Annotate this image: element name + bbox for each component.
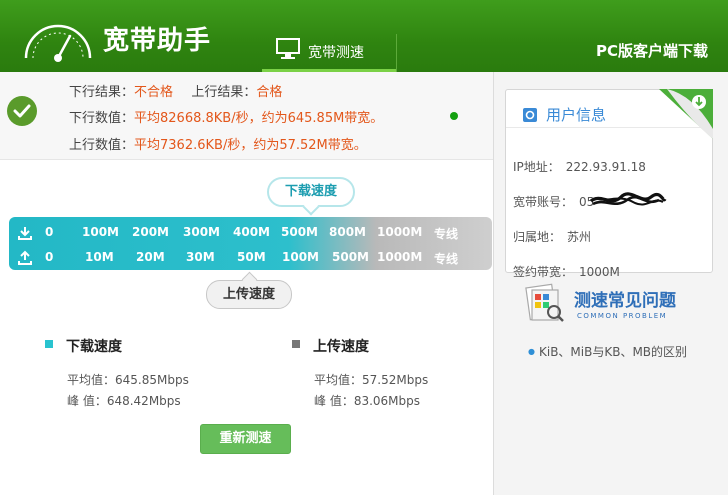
tab-speed-test-label: 宽带测速 bbox=[308, 45, 364, 61]
download-avg-label: 平均值： bbox=[67, 373, 116, 387]
download-stats-title: 下载速度 bbox=[66, 339, 122, 355]
check-icon bbox=[7, 96, 37, 126]
monitor-icon bbox=[276, 38, 300, 59]
download-legend-swatch bbox=[45, 340, 53, 348]
download-tick: 200M bbox=[132, 225, 169, 239]
ip-value: 222.93.91.18 bbox=[565, 160, 646, 174]
upload-tick: 专线 bbox=[434, 252, 459, 266]
download-avg-value: 645.85Mbps bbox=[115, 373, 189, 387]
redaction-scribble bbox=[590, 192, 667, 206]
up-result-label: 上行结果： bbox=[191, 85, 257, 100]
download-tick: 800M bbox=[329, 225, 366, 239]
tab-speed-test[interactable]: 宽带测速 bbox=[262, 0, 396, 72]
retest-button[interactable]: 重新测速 bbox=[200, 424, 291, 454]
download-tick: 300M bbox=[183, 225, 220, 239]
upload-avg-label: 平均值： bbox=[314, 373, 363, 387]
download-speed-bubble: 下载速度 bbox=[267, 177, 355, 207]
bullet-icon: ● bbox=[528, 347, 535, 356]
down-result-value: 不合格 bbox=[134, 85, 174, 100]
upload-tick: 50M bbox=[237, 250, 266, 264]
ip-label: IP地址： bbox=[513, 160, 560, 174]
download-icon bbox=[18, 227, 32, 240]
upload-tick: 500M bbox=[332, 250, 369, 264]
download-tick: 100M bbox=[82, 225, 119, 239]
down-value-line: 下行数值：平均82668.8KB/秒，约为645.85M带宽。 bbox=[69, 107, 383, 126]
speed-scale: 0 100M 200M 300M 400M 500M 800M 1000M 专线… bbox=[9, 217, 492, 270]
faq-icon bbox=[525, 283, 564, 322]
down-value-label: 下行数值： bbox=[69, 111, 135, 126]
upload-scale-row: 0 10M 20M 30M 50M 100M 500M 1000M 专线 bbox=[9, 246, 492, 270]
download-tick: 400M bbox=[233, 225, 270, 239]
app-title: 宽带助手 bbox=[103, 26, 212, 56]
upload-peak-label: 峰 值： bbox=[314, 394, 354, 408]
upload-peak: 峰 值：83.06Mbps bbox=[314, 392, 420, 409]
upload-peak-value: 83.06Mbps bbox=[353, 394, 421, 408]
user-info-card: 用户信息 IP地址： 222.93.91.18 宽带账号： 05 归属地： 苏州 签约… bbox=[505, 89, 713, 279]
upload-legend-swatch bbox=[292, 340, 300, 348]
download-scale-row: 0 100M 200M 300M 400M 500M 800M 1000M 专线 bbox=[9, 221, 492, 245]
faq-link-kib-mib[interactable]: ● KiB、MiB与KB、MB的区别 bbox=[528, 343, 687, 360]
upload-tick: 0 bbox=[45, 250, 54, 264]
download-peak-value: 648.42Mbps bbox=[106, 394, 181, 408]
bandwidth-label: 签约带宽： bbox=[513, 265, 574, 279]
user-info-title: 用户信息 bbox=[546, 106, 607, 124]
user-info-icon bbox=[523, 108, 537, 122]
upload-avg-value: 57.52Mbps bbox=[362, 373, 429, 387]
account-row: 宽带账号： 05 bbox=[513, 193, 594, 210]
download-peak: 峰 值：648.42Mbps bbox=[67, 392, 181, 409]
download-peak-label: 峰 值： bbox=[67, 394, 107, 408]
location-value: 苏州 bbox=[567, 230, 592, 244]
upload-tick: 20M bbox=[136, 250, 165, 264]
faq-link-text[interactable]: KiB、MiB与KB、MB的区别 bbox=[539, 345, 687, 359]
location-label: 归属地： bbox=[513, 230, 562, 244]
bandwidth-value: 1000M bbox=[579, 265, 620, 279]
result-summary: 下行结果：不合格 上行结果：合格 bbox=[69, 81, 282, 100]
speedometer-logo-icon bbox=[24, 24, 92, 62]
pc-client-download-link[interactable]: PC版客户端下载 bbox=[596, 40, 708, 61]
ip-row: IP地址： 222.93.91.18 bbox=[513, 158, 646, 175]
download-tick: 专线 bbox=[434, 227, 459, 241]
up-value-text: 平均7362.6KB/秒，约为57.52M带宽。 bbox=[134, 138, 367, 153]
upload-tick: 30M bbox=[186, 250, 215, 264]
download-tick: 500M bbox=[281, 225, 318, 239]
download-tick: 0 bbox=[45, 225, 54, 239]
test-results-panel: 下行结果：不合格 上行结果：合格 下行数值：平均82668.8KB/秒，约为64… bbox=[0, 72, 493, 160]
account-label: 宽带账号： bbox=[513, 195, 574, 209]
upload-icon bbox=[18, 250, 32, 265]
download-corner-icon[interactable] bbox=[659, 89, 713, 139]
upload-tick: 100M bbox=[282, 250, 319, 264]
upload-tick: 1000M bbox=[377, 250, 423, 264]
up-value-label: 上行数值： bbox=[69, 138, 135, 153]
download-tick: 1000M bbox=[377, 225, 423, 239]
upload-stats-title: 上传速度 bbox=[313, 339, 369, 355]
upload-speed-bubble: 上传速度 bbox=[206, 280, 292, 309]
faq-title: 测速常见问题 bbox=[574, 291, 676, 311]
download-avg: 平均值：645.85Mbps bbox=[67, 371, 189, 388]
right-sidebar: 用户信息 IP地址： 222.93.91.18 宽带账号： 05 归属地： 苏州 签约… bbox=[493, 72, 728, 495]
location-row: 归属地： 苏州 bbox=[513, 228, 591, 245]
upload-tick: 10M bbox=[85, 250, 114, 264]
upload-avg: 平均值：57.52Mbps bbox=[314, 371, 428, 388]
down-result-label: 下行结果： bbox=[69, 85, 135, 100]
app-header: 宽带助手 宽带测速 PC版客户端下载 bbox=[0, 0, 728, 72]
faq-subtitle: COMMON PROBLEM bbox=[577, 312, 668, 320]
bandwidth-row: 签约带宽： 1000M bbox=[513, 263, 620, 280]
nav-divider bbox=[396, 34, 397, 72]
status-dot bbox=[450, 112, 458, 120]
up-value-line: 上行数值：平均7362.6KB/秒，约为57.52M带宽。 bbox=[69, 134, 367, 153]
up-result-value: 合格 bbox=[256, 85, 283, 100]
down-value-text: 平均82668.8KB/秒，约为645.85M带宽。 bbox=[134, 111, 384, 126]
